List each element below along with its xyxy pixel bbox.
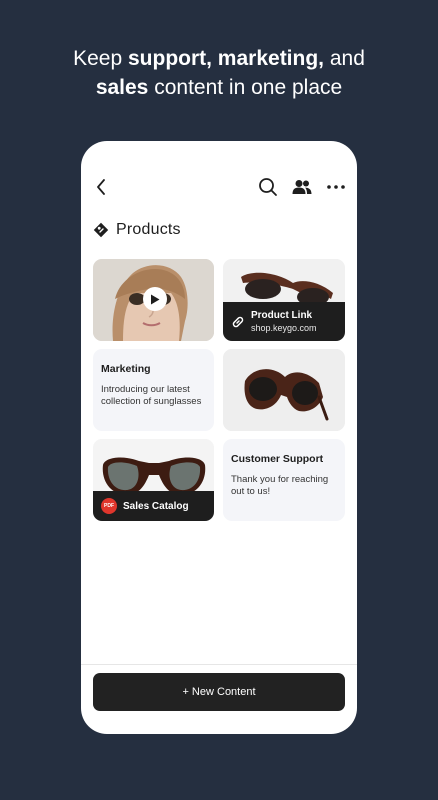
customer-support-title: Customer Support xyxy=(231,453,324,465)
section-title: Products xyxy=(116,221,181,238)
video-card[interactable] xyxy=(93,259,214,341)
headline: Keep support, marketing, and sales conte… xyxy=(0,44,438,102)
customer-support-body: Thank you for reaching out to us! xyxy=(231,474,329,497)
top-actions xyxy=(257,175,347,199)
sales-catalog-title: Sales Catalog xyxy=(123,500,189,512)
chevron-left-icon xyxy=(97,179,105,195)
search-button[interactable] xyxy=(257,176,279,198)
play-button[interactable] xyxy=(143,287,167,311)
tag-icon xyxy=(93,222,109,238)
top-bar xyxy=(81,175,357,199)
product-link-title: Product Link xyxy=(251,310,313,321)
sunglasses-photo-card[interactable] xyxy=(223,349,345,431)
new-content-button[interactable]: + New Content xyxy=(93,673,345,711)
product-link-url: shop.keygo.com xyxy=(251,323,317,333)
marketing-card[interactable]: Marketing Introducing our latest collect… xyxy=(93,349,214,431)
product-link-bar: Product Link shop.keygo.com xyxy=(223,302,345,341)
content-grid: Product Link shop.keygo.com Marketing In… xyxy=(93,259,345,521)
headline-line-2: sales content in one place xyxy=(95,76,343,99)
sunglasses-image xyxy=(223,349,345,431)
users-icon xyxy=(292,180,312,194)
marketing-body: Introducing our latest collection of sun… xyxy=(101,384,202,407)
footer-divider xyxy=(81,664,357,665)
section-header: Products xyxy=(93,221,181,239)
play-icon xyxy=(151,294,160,304)
sales-catalog-card[interactable]: PDF Sales Catalog xyxy=(93,439,214,521)
marketing-title: Marketing xyxy=(101,363,151,375)
headline-line-1: Keep support, marketing, and xyxy=(73,47,365,70)
pdf-icon: PDF xyxy=(101,498,117,514)
back-button[interactable] xyxy=(91,175,111,199)
phone-screen: Products Product Link shop.keygo.com Mar… xyxy=(81,141,357,734)
customer-support-card[interactable]: Customer Support Thank you for reaching … xyxy=(223,439,345,521)
users-button[interactable] xyxy=(291,176,313,198)
more-icon xyxy=(327,185,345,189)
product-link-card[interactable]: Product Link shop.keygo.com xyxy=(223,259,345,341)
search-icon xyxy=(259,178,277,196)
link-icon xyxy=(232,316,244,327)
more-button[interactable] xyxy=(325,176,347,198)
sales-catalog-bar: PDF Sales Catalog xyxy=(93,491,214,521)
